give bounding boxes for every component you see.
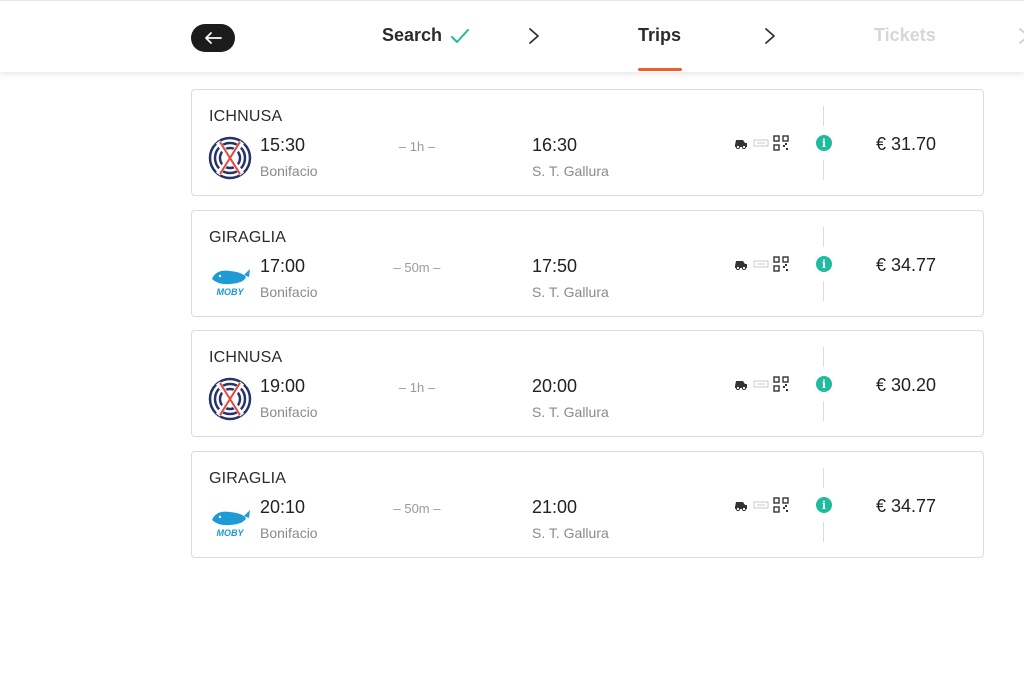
- info-icon[interactable]: i: [816, 256, 832, 272]
- trip-price: € 30.20: [876, 375, 937, 395]
- departure-time: 15:30: [260, 135, 306, 155]
- step-search[interactable]: Search: [382, 25, 470, 46]
- car-icon: [735, 140, 747, 150]
- trip-card[interactable]: ICHNUSA 15:30 Bonifacio – 1h – 16:30 S. …: [191, 89, 984, 196]
- divider: [823, 401, 824, 421]
- divider: [823, 468, 824, 488]
- departure-time: 17:00: [260, 256, 306, 276]
- divider: [823, 522, 824, 542]
- trip-duration: – 1h –: [398, 380, 436, 395]
- top-navigation: Search Trips Tickets: [0, 0, 1024, 72]
- ichnusa-logo: [208, 377, 252, 421]
- ticket-icon: [753, 139, 769, 147]
- chevron-right-icon: [1019, 28, 1024, 44]
- step-trips[interactable]: Trips: [638, 25, 681, 46]
- amenity-icons: [733, 256, 789, 272]
- ticket-icon: [753, 380, 769, 388]
- company-name: GIRAGLIA: [209, 229, 287, 246]
- check-icon: [451, 28, 470, 43]
- divider: [823, 106, 824, 126]
- trip-price: € 34.77: [876, 255, 937, 275]
- departure-time: 19:00: [260, 376, 306, 396]
- trip-price: € 31.70: [876, 134, 937, 154]
- qr-code-icon: [773, 256, 789, 272]
- arrival-time: 17:50: [532, 256, 578, 276]
- arrow-left-icon: [205, 32, 222, 44]
- active-step-underline: [638, 68, 682, 71]
- departure-place: Bonifacio: [260, 404, 318, 420]
- company-name: GIRAGLIA: [209, 470, 287, 487]
- info-icon[interactable]: i: [816, 497, 832, 513]
- back-button[interactable]: [191, 24, 235, 52]
- moby-whale-logo: MOBY: [212, 269, 250, 297]
- svg-text:MOBY: MOBY: [217, 528, 245, 538]
- departure-place: Bonifacio: [260, 284, 318, 300]
- arrival-place: S. T. Gallura: [532, 163, 609, 179]
- divider: [823, 347, 824, 367]
- divider: [823, 281, 824, 301]
- amenity-icons: [733, 497, 789, 513]
- trip-duration: – 50m –: [393, 501, 441, 516]
- departure-place: Bonifacio: [260, 525, 318, 541]
- ticket-icon: [753, 501, 769, 509]
- trip-duration: – 50m –: [393, 260, 441, 275]
- chevron-right-icon: [765, 28, 775, 44]
- trip-card[interactable]: GIRAGLIA MOBY 17:00 Bonifacio – 50m – 17…: [191, 210, 984, 317]
- arrival-place: S. T. Gallura: [532, 284, 609, 300]
- qr-code-icon: [773, 135, 789, 151]
- trip-duration: – 1h –: [398, 139, 436, 154]
- car-icon: [735, 381, 747, 391]
- step-tickets[interactable]: Tickets: [874, 25, 936, 46]
- divider: [823, 160, 824, 180]
- arrival-time: 21:00: [532, 497, 578, 517]
- trip-card[interactable]: ICHNUSA 19:00 Bonifacio – 1h – 20:00 S. …: [191, 330, 984, 437]
- car-icon: [735, 502, 747, 512]
- departure-place: Bonifacio: [260, 163, 318, 179]
- divider: [823, 227, 824, 247]
- info-icon[interactable]: i: [816, 135, 832, 151]
- qr-code-icon: [773, 497, 789, 513]
- arrival-time: 16:30: [532, 135, 578, 155]
- moby-whale-logo: MOBY: [212, 510, 250, 538]
- trip-price: € 34.77: [876, 496, 937, 516]
- trip-card[interactable]: GIRAGLIA MOBY 20:10 Bonifacio – 50m – 21…: [191, 451, 984, 558]
- car-icon: [735, 261, 747, 271]
- chevron-right-icon: [529, 28, 539, 44]
- info-icon[interactable]: i: [816, 376, 832, 392]
- amenity-icons: [733, 135, 789, 151]
- svg-text:MOBY: MOBY: [217, 287, 245, 297]
- departure-time: 20:10: [260, 497, 306, 517]
- ticket-icon: [753, 260, 769, 268]
- arrival-time: 20:00: [532, 376, 578, 396]
- arrival-place: S. T. Gallura: [532, 404, 609, 420]
- company-name: ICHNUSA: [209, 108, 283, 125]
- arrival-place: S. T. Gallura: [532, 525, 609, 541]
- step-search-label: Search: [382, 25, 443, 45]
- amenity-icons: [733, 376, 789, 392]
- company-name: ICHNUSA: [209, 349, 283, 366]
- qr-code-icon: [773, 376, 789, 392]
- ichnusa-logo: [208, 136, 252, 180]
